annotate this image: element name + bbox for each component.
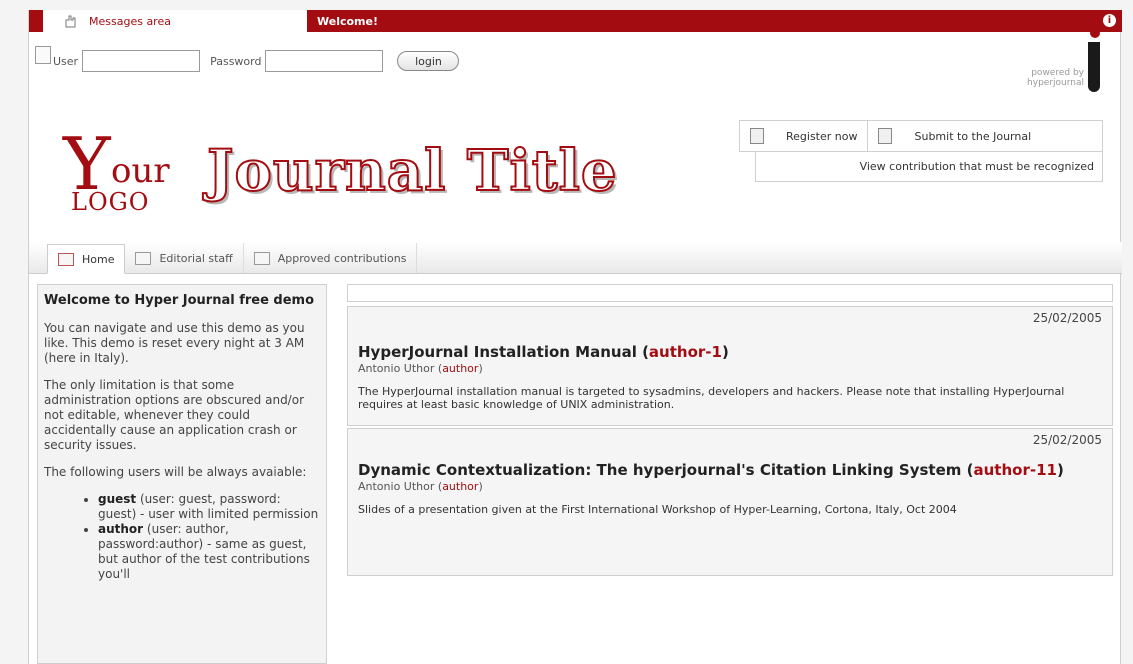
author-tag-link[interactable]: author-11 <box>973 461 1056 479</box>
login-button[interactable]: login <box>397 51 460 71</box>
user-name: author <box>98 522 144 536</box>
tab-approved-contributions[interactable]: Approved contributions <box>244 243 418 273</box>
powered-by-text: powered by hyperjournal <box>1027 68 1084 88</box>
list-item: author (user: author, password:author) -… <box>98 522 320 582</box>
home-icon <box>58 252 74 266</box>
logo-j-mark <box>1088 42 1100 92</box>
sidebar-heading: Welcome to Hyper Journal free demo <box>44 293 315 308</box>
page-frame: Messages area Welcome! i User Password l… <box>0 0 1133 664</box>
byline-name: Antonio Uthor <box>358 480 435 493</box>
journal-actions: Register now Submit to the Journal View … <box>739 120 1103 182</box>
top-bar: Messages area Welcome! i <box>29 10 1122 32</box>
article-title: HyperJournal Installation Manual <box>358 343 637 361</box>
article-byline: Antonio Uthor (author) <box>358 362 483 375</box>
article-date: 25/02/2005 <box>1032 311 1102 325</box>
actions-row: Register now Submit to the Journal <box>739 120 1103 152</box>
list-item: guest (user: guest, password: guest) - u… <box>98 492 320 522</box>
document-icon <box>750 128 764 144</box>
password-input[interactable] <box>265 50 384 72</box>
tab-editorial-staff[interactable]: Editorial staff <box>125 243 244 273</box>
byline-role-link[interactable]: author <box>442 362 478 375</box>
content-header <box>347 284 1113 302</box>
users-list: guest (user: guest, password: guest) - u… <box>98 492 320 582</box>
logo-word: LOGO <box>71 188 150 216</box>
article-title-link[interactable]: HyperJournal Installation Manual (author… <box>358 343 1102 362</box>
article-title: Dynamic Contextualization: The hyperjour… <box>358 461 962 479</box>
your-logo: Y our LOGO <box>63 128 203 218</box>
view-contribution-link[interactable]: View contribution that must be recognize… <box>755 152 1103 182</box>
submit-to-journal-button[interactable]: Submit to the Journal <box>867 121 1041 151</box>
user-input[interactable] <box>82 50 201 72</box>
main-tabs: Home Editorial staff Approved contributi… <box>29 242 1122 274</box>
messages-area-link[interactable]: Messages area <box>29 10 307 32</box>
article-card: 25/02/2005 HyperJournal Installation Man… <box>347 306 1113 426</box>
byline-name: Antonio Uthor <box>358 362 435 375</box>
messages-area-label: Messages area <box>89 14 171 28</box>
hand-icon <box>65 15 76 28</box>
article-date: 25/02/2005 <box>1032 433 1102 447</box>
byline-role-link[interactable]: author <box>442 480 478 493</box>
logo-dot <box>1078 16 1088 26</box>
document-icon <box>35 46 51 64</box>
logo-dot <box>1090 28 1100 38</box>
logo-our: our <box>111 151 170 191</box>
journal-title: Journal Title <box>206 137 618 205</box>
sidebar-paragraph: The only limitation is that some adminis… <box>44 378 305 452</box>
envelope-icon <box>253 251 270 265</box>
box-icon <box>878 128 893 144</box>
article-title-link[interactable]: Dynamic Contextualization: The hyperjour… <box>358 461 1102 480</box>
sidebar-paragraph: You can navigate and use this demo as yo… <box>44 321 305 365</box>
article-abstract: Slides of a presentation given at the Fi… <box>358 503 957 516</box>
tab-home[interactable]: Home <box>47 244 126 274</box>
powered-by-hyperjournal-logo[interactable]: powered by hyperjournal <box>996 16 1106 96</box>
envelope-icon <box>135 251 152 265</box>
welcome-sidebar: Welcome to Hyper Journal free demo You c… <box>37 284 327 664</box>
tab-label: Editorial staff <box>159 251 233 265</box>
author-tag-link[interactable]: author-1 <box>649 343 722 361</box>
user-label: User <box>53 54 79 68</box>
article-card: 25/02/2005 Dynamic Contextualization: Th… <box>347 428 1113 576</box>
password-label: Password <box>210 54 262 68</box>
register-now-button[interactable]: Register now <box>740 121 867 151</box>
welcome-label: Welcome! <box>317 14 378 28</box>
tab-label: Approved contributions <box>277 251 407 265</box>
user-name: guest <box>98 492 137 506</box>
login-form: User Password login <box>35 46 460 72</box>
tab-label: Home <box>82 252 115 266</box>
register-label: Register now <box>786 129 858 143</box>
article-byline: Antonio Uthor (author) <box>358 480 483 493</box>
page: Messages area Welcome! i User Password l… <box>28 10 1122 664</box>
sidebar-paragraph: The following users will be always avaia… <box>44 465 307 479</box>
submit-label: Submit to the Journal <box>914 129 1032 143</box>
article-abstract: The HyperJournal installation manual is … <box>358 385 1065 411</box>
logo-dot <box>1090 16 1100 26</box>
